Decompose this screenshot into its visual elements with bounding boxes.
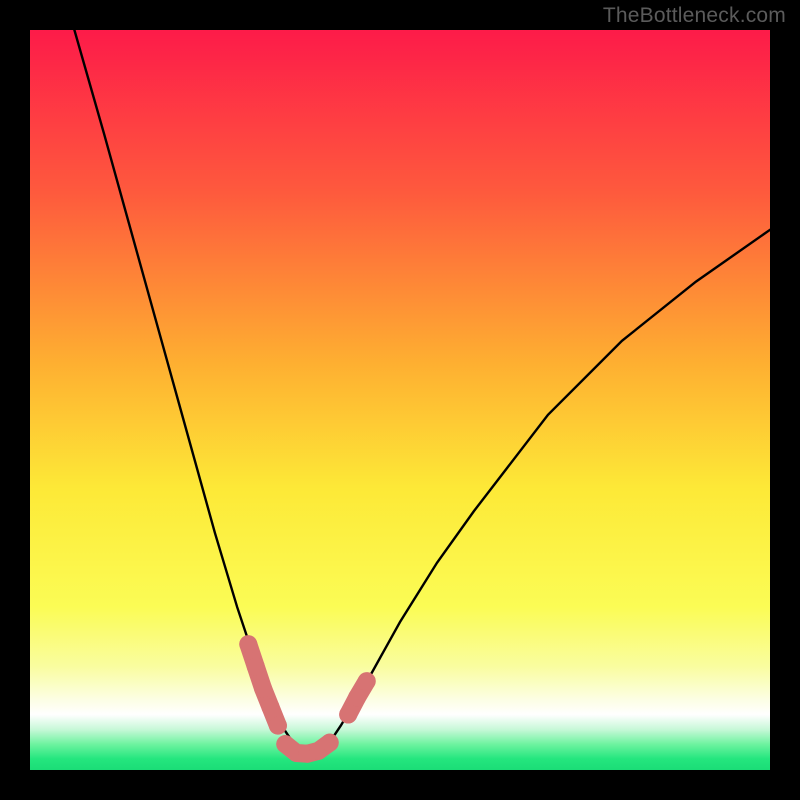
marker-dot xyxy=(247,657,265,675)
marker-dot xyxy=(269,717,287,735)
marker-dot xyxy=(254,680,272,698)
marker-dot xyxy=(262,698,280,716)
marker-dot xyxy=(321,734,339,752)
watermark-text: TheBottleneck.com xyxy=(603,4,786,28)
marker-dot xyxy=(239,635,257,653)
marker-dot xyxy=(339,706,357,724)
marker-dot xyxy=(358,672,376,690)
chart-frame: TheBottleneck.com xyxy=(0,0,800,800)
chart-svg xyxy=(30,30,770,770)
plot-area xyxy=(30,30,770,770)
gradient-bg xyxy=(30,30,770,770)
marker-dot xyxy=(348,688,366,706)
